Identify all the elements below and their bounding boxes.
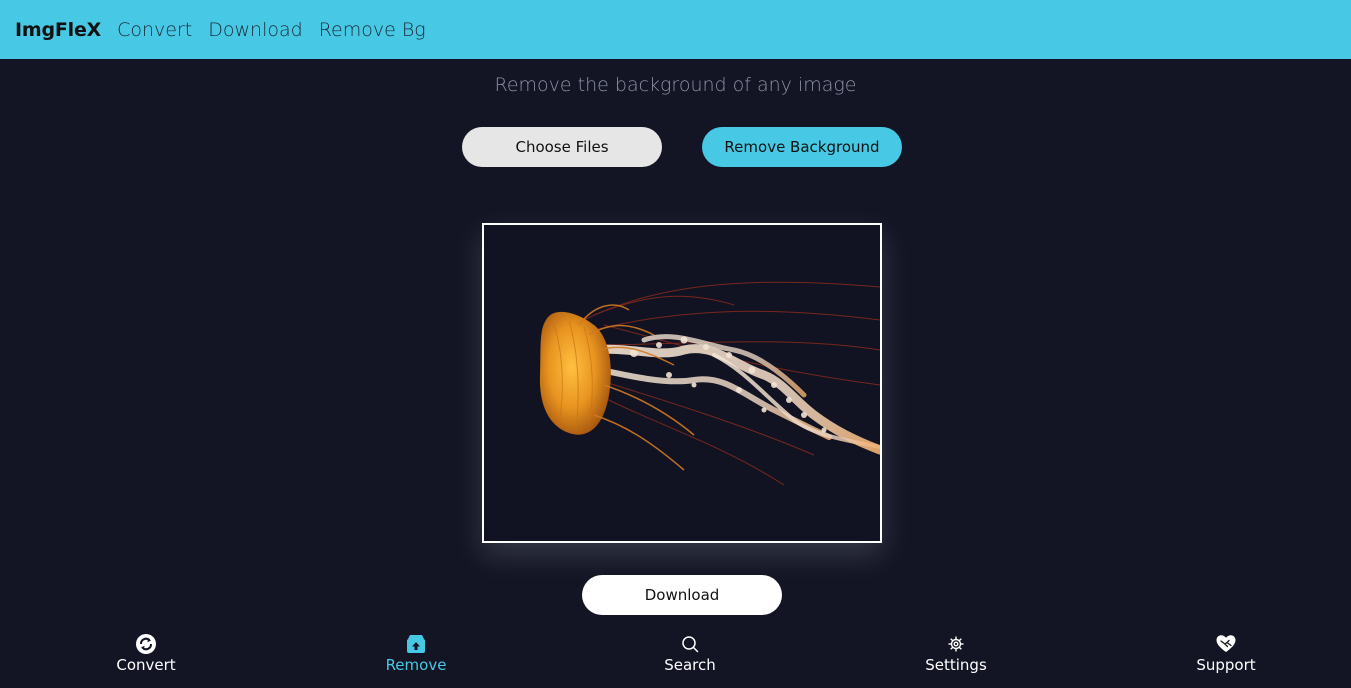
search-icon [682,636,699,653]
bottom-nav-label: Settings [925,656,987,674]
remove-background-button[interactable]: Remove Background [702,127,902,167]
download-button[interactable]: Download [582,575,782,615]
nav-link-remove-bg[interactable]: Remove Bg [319,19,426,41]
nav-link-convert[interactable]: Convert [117,19,192,41]
image-preview [482,223,882,543]
bottom-nav-label: Remove [385,656,447,674]
convert-icon [136,634,156,654]
bottom-nav-label: Support [1196,656,1256,674]
bottom-nav-search[interactable]: Search [630,628,750,674]
bottom-nav-support[interactable]: Support [1166,628,1286,674]
jellyfish-image [484,225,880,541]
gear-icon [948,636,964,652]
bottom-nav-convert[interactable]: Convert [86,628,206,674]
bottom-navigation: Convert Remove Search Settings Support [0,628,1351,688]
remove-icon [407,635,425,653]
choose-files-button[interactable]: Choose Files [462,127,662,167]
top-navbar: ImgFleX Convert Download Remove Bg [0,0,1351,59]
bottom-nav-label: Convert [116,656,176,674]
bottom-nav-remove[interactable]: Remove [356,628,476,674]
bottom-nav-settings[interactable]: Settings [896,628,1016,674]
page-subtitle: Remove the background of any image [494,74,857,96]
heart-handshake-icon [1216,635,1236,652]
brand-logo[interactable]: ImgFleX [15,19,101,41]
nav-link-download[interactable]: Download [208,19,302,41]
bottom-nav-label: Search [664,656,716,674]
